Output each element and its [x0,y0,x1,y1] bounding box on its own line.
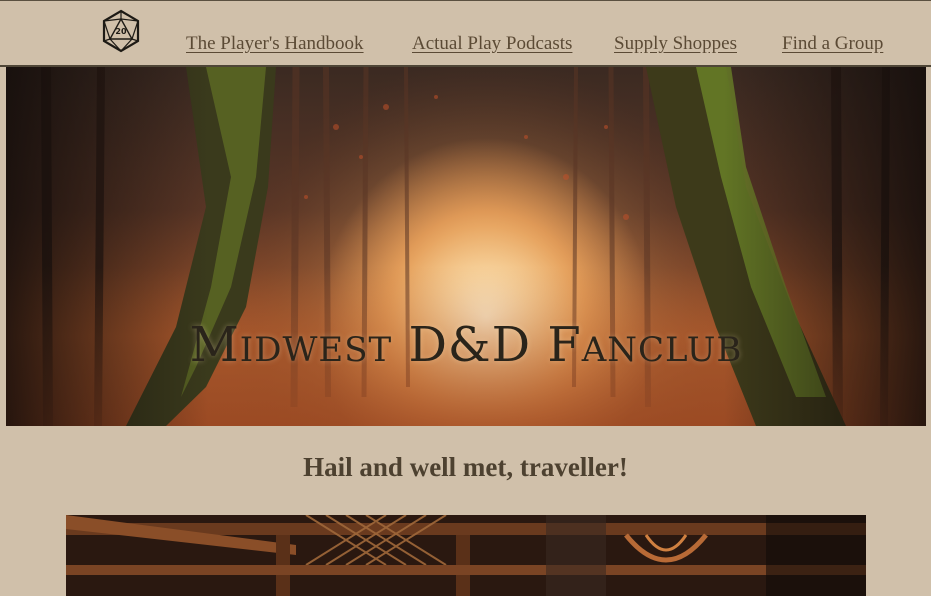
site-header: 20 The Player's Handbook Actual Play Pod… [0,0,931,67]
nav-link-supply-shoppes[interactable]: Supply Shoppes [614,33,737,55]
nav-link-actual-play-podcasts[interactable]: Actual Play Podcasts [412,33,572,55]
nav-link-players-handbook[interactable]: The Player's Handbook [186,33,364,55]
tavern-scene-image [66,515,866,596]
hero-title: Midwest D&D Fanclub [189,317,743,373]
welcome-heading: Hail and well met, traveller! [303,452,628,482]
nav-link-find-a-group[interactable]: Find a Group [782,33,883,55]
d20-logo-icon[interactable]: 20 [101,9,141,53]
d20-logo-label: 20 [115,27,127,36]
hero-banner: Midwest D&D Fanclub [6,67,926,426]
tavern-image [66,515,866,596]
